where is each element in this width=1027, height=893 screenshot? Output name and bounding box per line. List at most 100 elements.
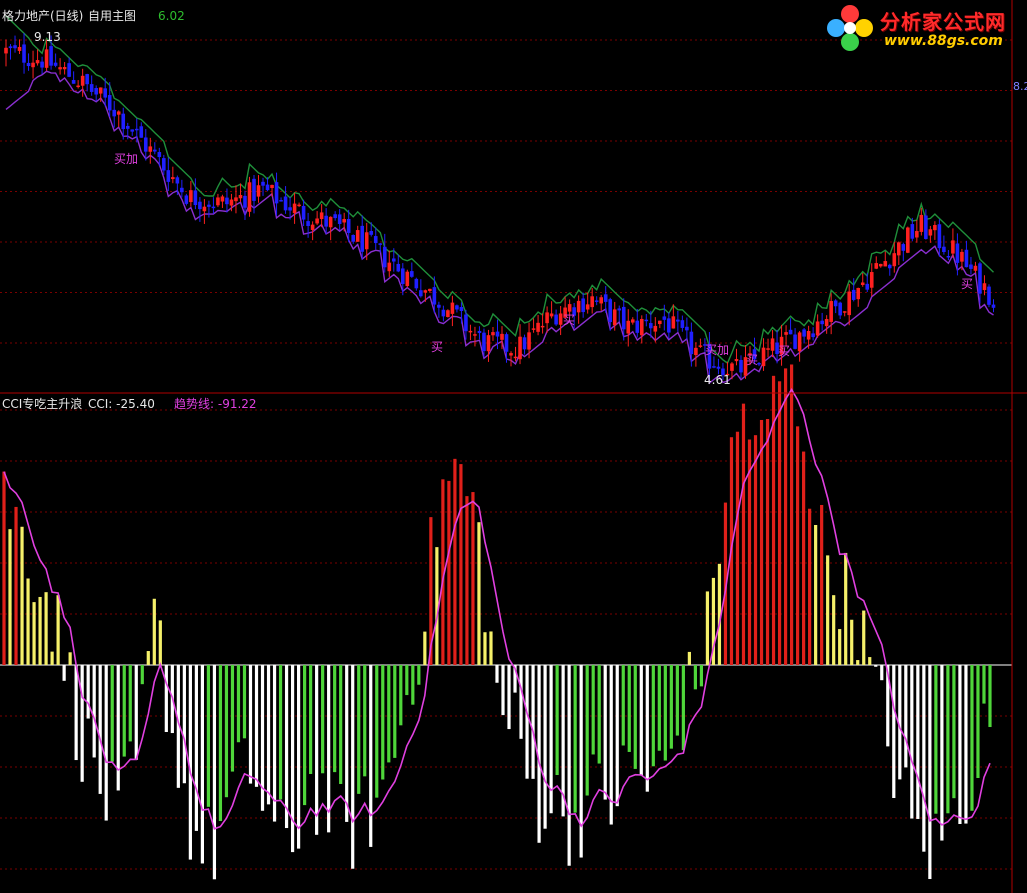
up-candle — [933, 225, 937, 231]
up-candle — [148, 146, 153, 152]
down-candle — [685, 326, 689, 331]
cci-bar — [777, 381, 782, 665]
cci-bar — [741, 403, 746, 665]
cci-bar — [940, 665, 944, 841]
up-candle — [58, 67, 62, 70]
up-candle — [915, 231, 919, 238]
up-candle — [328, 216, 333, 228]
up-candle — [806, 330, 811, 340]
cci-bar — [838, 629, 842, 665]
cci-bar — [802, 451, 806, 665]
down-candle — [987, 286, 991, 305]
cci-bar — [206, 665, 211, 807]
cci-bar — [152, 598, 156, 665]
cci-bar — [471, 492, 475, 665]
down-candle — [274, 182, 279, 204]
cci-value-label: CCI: -25.40 — [88, 397, 155, 411]
down-candle — [464, 314, 468, 332]
cci-bar — [230, 665, 235, 772]
down-candle — [680, 320, 685, 328]
up-candle — [364, 232, 369, 250]
down-candle — [252, 178, 256, 201]
down-candle — [225, 197, 229, 205]
down-candle — [495, 331, 500, 337]
trend-line — [3, 387, 991, 830]
up-candle — [319, 212, 324, 220]
cci-bar — [705, 591, 710, 665]
cci-bar — [345, 665, 349, 822]
buy-marker-label: 买 — [961, 277, 974, 291]
down-candle — [130, 129, 135, 132]
cci-bar — [789, 364, 794, 665]
cci-bar — [621, 665, 625, 746]
cci-bar — [675, 665, 679, 736]
cci-bar — [321, 665, 325, 774]
up-candle — [310, 224, 315, 230]
down-candle — [103, 88, 107, 98]
up-candle — [928, 229, 933, 236]
cci-bar — [832, 595, 836, 665]
down-candle — [143, 137, 148, 152]
cci-bar — [110, 665, 114, 762]
down-candle — [13, 45, 17, 49]
up-candle — [355, 230, 360, 242]
down-candle — [522, 337, 527, 350]
down-candle — [689, 331, 694, 355]
low-price-label: 4.61 — [704, 373, 731, 387]
cci-bar — [194, 665, 198, 831]
down-candle — [166, 170, 171, 182]
down-candle — [198, 201, 202, 210]
cci-bar — [80, 665, 84, 782]
down-candle — [662, 316, 667, 320]
cci-bar — [242, 665, 247, 739]
down-candle — [180, 187, 184, 193]
up-candle — [234, 197, 238, 202]
up-candle — [951, 240, 955, 254]
up-candle — [518, 336, 522, 360]
up-candle — [202, 206, 207, 212]
cci-bar — [357, 665, 361, 794]
up-candle — [639, 318, 644, 336]
down-candle — [414, 278, 419, 289]
cci-bar — [2, 471, 6, 665]
up-candle — [770, 338, 775, 351]
cci-bar — [303, 665, 307, 806]
down-candle — [207, 204, 211, 207]
cci-bar — [850, 619, 854, 665]
up-candle — [500, 333, 504, 340]
cci-bar — [140, 665, 144, 685]
up-candle — [784, 332, 788, 335]
cci-bar — [56, 595, 60, 665]
up-candle — [220, 196, 225, 202]
up-candle — [897, 242, 901, 256]
cci-bar — [651, 665, 655, 767]
cci-bar — [681, 665, 685, 751]
cci-bar — [134, 665, 138, 760]
down-candle — [554, 314, 558, 325]
high-price-label: 9.13 — [34, 30, 61, 44]
trend-value-label: 趋势线: -91.22 — [174, 397, 257, 411]
up-candle — [450, 302, 455, 314]
up-candle — [473, 334, 477, 336]
up-candle — [698, 345, 703, 347]
cci-bar — [904, 665, 908, 768]
up-candle — [694, 347, 698, 356]
up-candle — [270, 184, 274, 189]
up-candle — [292, 203, 297, 214]
up-candle — [216, 197, 220, 206]
flower-logo-icon — [827, 5, 873, 51]
down-candle — [360, 225, 365, 252]
cci-bar — [164, 665, 168, 732]
cci-bar — [579, 665, 583, 858]
cci-bar — [591, 665, 595, 755]
up-candle — [256, 185, 261, 197]
up-candle — [906, 227, 910, 253]
down-candle — [964, 249, 969, 268]
down-candle — [175, 177, 180, 184]
cci-bar — [639, 665, 643, 776]
buy-marker-label: 买 — [431, 340, 444, 354]
buy-marker-label: 买 — [563, 313, 576, 327]
down-candle — [482, 332, 486, 352]
cci-bar — [597, 665, 601, 764]
down-candle — [107, 95, 112, 111]
